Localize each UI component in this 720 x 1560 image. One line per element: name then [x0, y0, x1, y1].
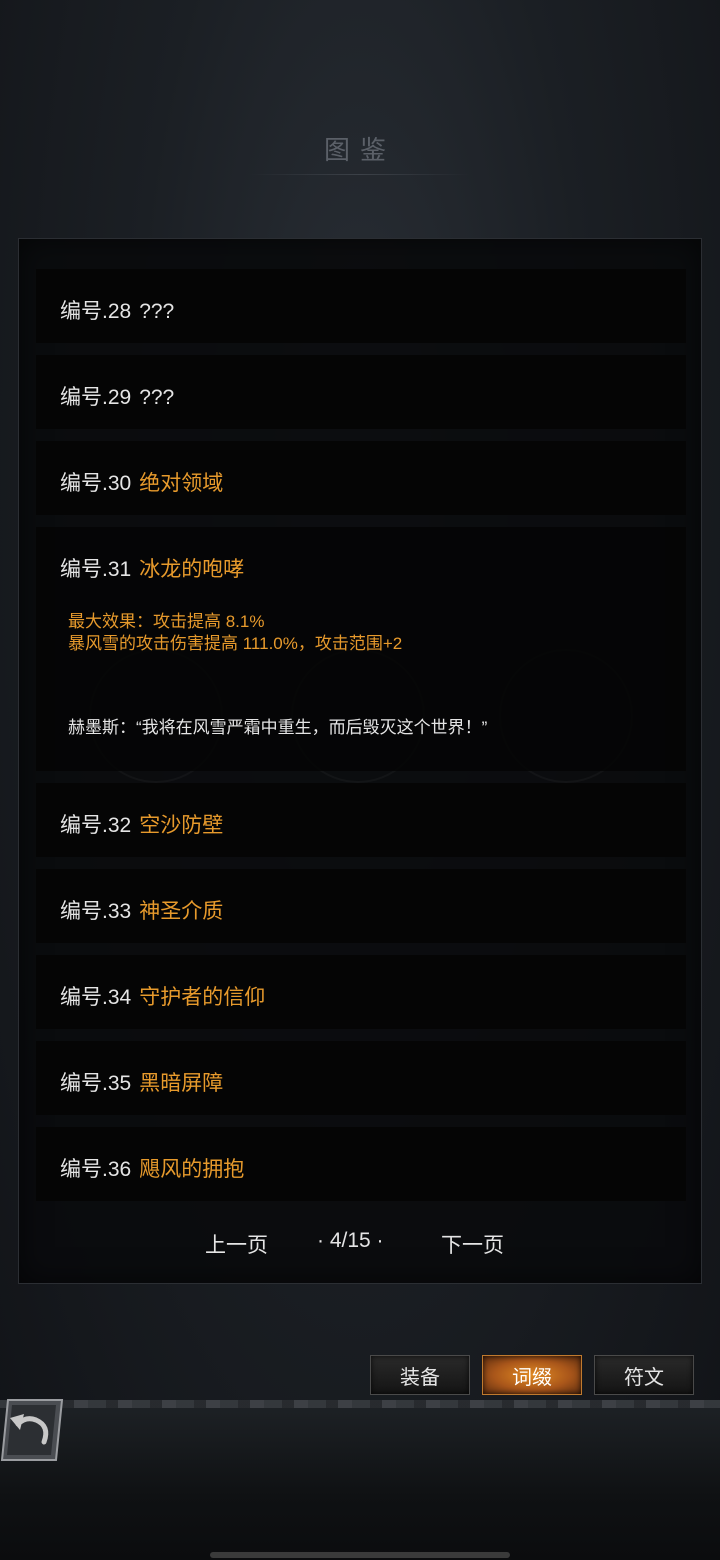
- tab-affix[interactable]: 词缀: [482, 1355, 582, 1395]
- entry-name: 黑暗屏障: [139, 1072, 224, 1095]
- back-button[interactable]: [0, 1396, 66, 1466]
- title-divider: [250, 174, 470, 175]
- entry-name: ???: [139, 300, 175, 323]
- bottom-bar: [0, 1400, 720, 1560]
- entry-quote: 赫墨斯：“我将在风雪严霜中重生，而后毁灭这个世界！”: [68, 718, 488, 737]
- back-arrow-icon: [0, 1399, 64, 1461]
- pagination: 上一页 · 4/15 · 下一页: [19, 1227, 703, 1257]
- home-indicator: [210, 1552, 510, 1558]
- entry-name: 绝对领域: [139, 472, 224, 495]
- entry-name: 飓风的拥抱: [139, 1158, 245, 1181]
- entry-name: 守护者的信仰: [139, 986, 266, 1009]
- page-title: 图鉴: [323, 136, 396, 166]
- entry-name: ???: [139, 386, 175, 409]
- list-item[interactable]: 编号.29???: [36, 355, 686, 429]
- page-indicator: · 4/15 ·: [317, 1229, 384, 1252]
- entry-effect-max: 最大效果：攻击提高 8.1%: [68, 612, 265, 631]
- tab-rune[interactable]: 符文: [594, 1355, 694, 1395]
- tab-equipment[interactable]: 装备: [370, 1355, 470, 1395]
- entry-name: 空沙防壁: [139, 814, 224, 837]
- entry-number: 编号.36: [60, 1158, 132, 1181]
- list-item[interactable]: 编号.30 绝对领域: [36, 441, 686, 515]
- list-item[interactable]: 编号.32 空沙防壁: [36, 783, 686, 857]
- list-item[interactable]: 编号.34 守护者的信仰: [36, 955, 686, 1029]
- entry-number: 编号.29: [60, 386, 132, 409]
- next-page-button[interactable]: 下一页: [441, 1229, 504, 1259]
- entry-number: 编号.28: [60, 300, 132, 323]
- entry-number: 编号.30: [60, 472, 132, 495]
- entry-number: 编号.34: [60, 986, 132, 1009]
- bottom-edge-decoration: [0, 1400, 720, 1408]
- entry-name: 神圣介质: [139, 900, 224, 923]
- prev-page-button[interactable]: 上一页: [205, 1229, 268, 1259]
- codex-panel: 编号.28??? 编号.29??? 编号.30 绝对领域 编号.31 冰龙的咆哮 最…: [18, 238, 702, 1284]
- entry-number: 编号.35: [60, 1072, 132, 1095]
- list-item[interactable]: 编号.35 黑暗屏障: [36, 1041, 686, 1115]
- entry-effect-detail: 暴风雪的攻击伤害提高 111.0%，攻击范围+2: [68, 634, 403, 653]
- header: 图鉴: [0, 130, 720, 175]
- list-item-expanded[interactable]: 编号.31 冰龙的咆哮 最大效果：攻击提高 8.1% 暴风雪的攻击伤害提高 111…: [36, 527, 686, 771]
- list-item[interactable]: 编号.33 神圣介质: [36, 869, 686, 943]
- entry-number: 编号.31: [60, 558, 132, 581]
- list-item[interactable]: 编号.28???: [36, 269, 686, 343]
- entry-number: 编号.33: [60, 900, 132, 923]
- entry-number: 编号.32: [60, 814, 132, 837]
- list-item[interactable]: 编号.36 飓风的拥抱: [36, 1127, 686, 1201]
- entry-name: 冰龙的咆哮: [139, 558, 245, 581]
